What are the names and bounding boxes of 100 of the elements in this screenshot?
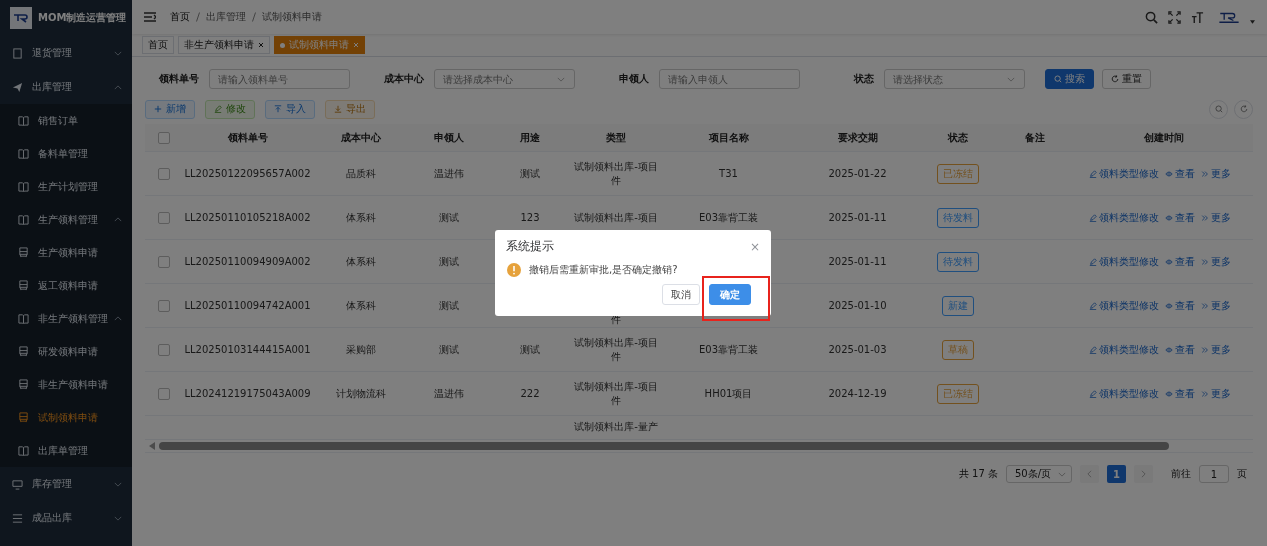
edit-link[interactable]: 领料类型修改: [1089, 342, 1159, 357]
checkbox[interactable]: [157, 131, 170, 144]
edit-link[interactable]: 领料类型修改: [1089, 254, 1159, 269]
table-cell: E03靠背工装: [698, 210, 758, 225]
book-icon: [18, 115, 29, 126]
prev-page-button[interactable]: [1080, 465, 1099, 483]
menu-icon[interactable]: [144, 12, 156, 22]
view-link[interactable]: 查看: [1165, 254, 1195, 269]
table-cell: LL20250110094742A001: [184, 300, 311, 311]
column-header: 领料单号: [226, 130, 269, 145]
view-link[interactable]: 查看: [1165, 386, 1195, 401]
menu-item[interactable]: 返工领料申请: [0, 269, 132, 302]
close-icon[interactable]: [258, 42, 264, 48]
status-tag: 已冻结: [936, 163, 979, 184]
column-header: 用途: [519, 130, 541, 145]
more-link[interactable]: 更多: [1201, 342, 1231, 357]
view-link[interactable]: 查看: [1165, 298, 1195, 313]
fullscreen-icon[interactable]: [1168, 10, 1181, 24]
reset-button[interactable]: 重置: [1102, 69, 1151, 89]
more-link[interactable]: 更多: [1201, 166, 1231, 181]
export-button[interactable]: 导出: [325, 99, 375, 119]
chevron-right-icon: [1141, 470, 1146, 478]
bus-icon: [18, 280, 29, 291]
more-link[interactable]: 更多: [1201, 210, 1231, 225]
menu-item[interactable]: 生产领料申请: [0, 236, 132, 269]
table-cell: HH01项目: [704, 386, 753, 401]
page-input[interactable]: 1: [1199, 465, 1229, 483]
eye-icon: [1165, 345, 1173, 354]
edit-link[interactable]: 领料类型修改: [1089, 166, 1159, 181]
cancel-button[interactable]: 取消: [662, 284, 700, 305]
import-button[interactable]: 导入: [265, 99, 315, 119]
view-link[interactable]: 查看: [1165, 210, 1195, 225]
table-cell: 测试: [520, 166, 540, 181]
page-size-select[interactable]: 50条/页: [1006, 465, 1072, 483]
chevrons-icon: [1201, 213, 1209, 222]
edit-link[interactable]: 领料类型修改: [1089, 298, 1159, 313]
table-cell: 试制领料出库-项目件: [574, 159, 658, 188]
menu-item[interactable]: 成品出库: [0, 501, 132, 535]
view-link[interactable]: 查看: [1165, 342, 1195, 357]
avatar-logo-icon[interactable]: [1218, 10, 1240, 24]
search-button[interactable]: 搜索: [1045, 69, 1094, 89]
pencil-icon: [1089, 169, 1097, 178]
confirm-button[interactable]: 确定: [709, 284, 751, 305]
page-suffix: 页: [1237, 467, 1247, 481]
checkbox[interactable]: [157, 299, 170, 312]
checkbox[interactable]: [157, 387, 170, 400]
search-icon: [1214, 105, 1223, 113]
edit-button[interactable]: 修改: [205, 99, 255, 119]
checkbox[interactable]: [157, 167, 170, 180]
status-tag: 已冻结: [936, 383, 979, 404]
eye-icon: [1165, 213, 1173, 222]
pencil-icon: [1089, 301, 1097, 310]
edit-link[interactable]: 领料类型修改: [1089, 210, 1159, 225]
logo-icon: [10, 7, 32, 29]
page-tab[interactable]: 非生产领料申请: [178, 36, 270, 54]
menu-item[interactable]: 生产领料管理: [0, 203, 132, 236]
checkbox[interactable]: [157, 343, 170, 356]
caret-icon[interactable]: [1250, 20, 1255, 24]
checkbox[interactable]: [157, 255, 170, 268]
view-link[interactable]: 查看: [1165, 166, 1195, 181]
column-header: 备注: [1024, 130, 1046, 145]
page-tab[interactable]: 试制领料申请: [274, 36, 365, 54]
menu-item[interactable]: 非生产领料管理: [0, 302, 132, 335]
menu-item[interactable]: 备料单管理: [0, 137, 132, 170]
app-title: MOM制造运营管理: [38, 11, 127, 25]
input-field[interactable]: 请输入申领人: [659, 69, 800, 89]
menu-item[interactable]: 出库单管理: [0, 434, 132, 467]
document-icon: [12, 47, 23, 59]
select-field[interactable]: 请选择状态: [884, 69, 1025, 89]
menu-item[interactable]: 销售订单: [0, 104, 132, 137]
scroll-left-icon[interactable]: [149, 442, 155, 450]
more-link[interactable]: 更多: [1201, 386, 1231, 401]
close-icon[interactable]: ×: [749, 239, 760, 254]
menu-item[interactable]: 库存管理: [0, 467, 132, 501]
page-number[interactable]: 1: [1107, 465, 1126, 483]
eye-icon: [1165, 169, 1173, 178]
table-cell: 试制领料出库-项目件: [574, 379, 658, 408]
more-link[interactable]: 更多: [1201, 254, 1231, 269]
next-page-button[interactable]: [1134, 465, 1153, 483]
menu-item[interactable]: 试制领料申请: [0, 401, 132, 434]
field-label: 状态: [852, 72, 874, 86]
edit-link[interactable]: 领料类型修改: [1089, 386, 1159, 401]
page-tab[interactable]: 首页: [142, 36, 174, 54]
scrollbar-thumb[interactable]: [159, 442, 1169, 450]
more-link[interactable]: 更多: [1201, 298, 1231, 313]
search-icon[interactable]: [1145, 10, 1158, 24]
menu-item[interactable]: 生产计划管理: [0, 170, 132, 203]
caret-icon: [1058, 471, 1066, 477]
list-icon: [12, 512, 23, 524]
column-header: 状态: [946, 130, 969, 145]
breadcrumb-item[interactable]: 首页: [170, 10, 190, 24]
add-button[interactable]: 新增: [145, 99, 195, 119]
menu-item[interactable]: 非生产领料申请: [0, 368, 132, 401]
menu-item[interactable]: 出库管理: [0, 70, 132, 104]
menu-item[interactable]: 退货管理: [0, 36, 132, 70]
menu-item[interactable]: 研发领料申请: [0, 335, 132, 368]
table-cell: LL20250103144415A001: [184, 344, 311, 355]
checkbox[interactable]: [157, 211, 170, 224]
table-cell: 测试: [439, 298, 459, 313]
font-size-icon[interactable]: [1191, 10, 1204, 24]
